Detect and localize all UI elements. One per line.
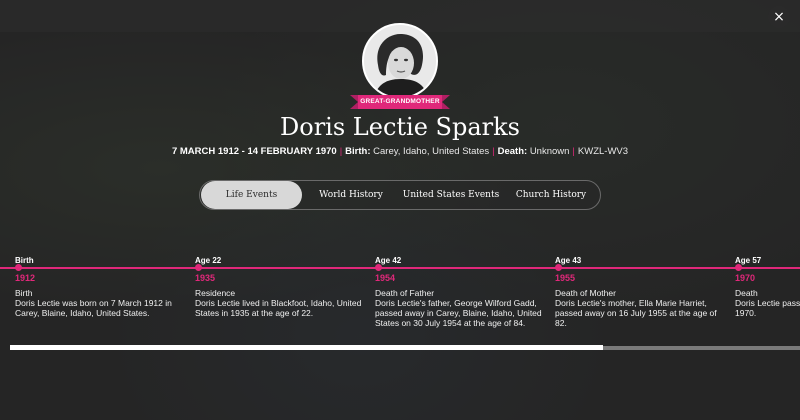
event-age: Age 42 bbox=[375, 256, 402, 265]
tab-united-states-events[interactable]: United States Events bbox=[400, 181, 502, 209]
timeline-dot bbox=[375, 264, 382, 271]
event-description: Doris Lectie's mother, Ella Marie Harrie… bbox=[555, 298, 717, 328]
timeline-dot bbox=[15, 264, 22, 271]
timeline-dot bbox=[735, 264, 742, 271]
timeline-event[interactable]: Age 42 1954 Death of Father Doris Lectie… bbox=[375, 256, 547, 328]
event-description: Doris Lectie's father, George Wilford Ga… bbox=[375, 298, 542, 328]
separator: | bbox=[492, 146, 495, 157]
event-description: Doris Lectie passed away in 1970. bbox=[735, 298, 800, 318]
avatar bbox=[362, 23, 438, 99]
death-label: Death: bbox=[497, 146, 528, 157]
event-type: Birth bbox=[15, 288, 33, 298]
event-type: Death bbox=[735, 288, 758, 298]
event-type: Death of Father bbox=[375, 288, 435, 298]
timeline-scrollbar-thumb[interactable] bbox=[10, 345, 603, 350]
person-summary: 7 MARCH 1912 - 14 FEBRUARY 1970 | Birth: C… bbox=[0, 146, 800, 157]
timeline-event[interactable]: Age 57 1970 Death Doris Lectie passed aw… bbox=[735, 256, 800, 318]
separator: | bbox=[572, 146, 575, 157]
tab-life-events[interactable]: Life Events bbox=[201, 181, 302, 209]
event-description: Doris Lectie was born on 7 March 1912 in… bbox=[15, 298, 172, 318]
event-year: 1970 bbox=[735, 273, 756, 283]
history-tabs: Life Events World History United States … bbox=[199, 180, 601, 210]
event-age: Age 57 bbox=[735, 256, 762, 265]
event-type: Residence bbox=[195, 288, 236, 298]
birth-place: Carey, Idaho, United States bbox=[373, 146, 490, 157]
timeline-dot bbox=[195, 264, 202, 271]
relationship-badge: GREAT-GRANDMOTHER bbox=[350, 95, 450, 109]
relationship-label: GREAT-GRANDMOTHER bbox=[360, 98, 440, 105]
event-year: 1954 bbox=[375, 273, 396, 283]
event-age: Age 22 bbox=[195, 256, 222, 265]
person-name: Doris Lectie Sparks bbox=[280, 113, 520, 141]
portrait-photo bbox=[364, 25, 436, 97]
event-year: 1935 bbox=[195, 273, 216, 283]
event-type: Death of Mother bbox=[555, 288, 616, 298]
life-dates: 7 MARCH 1912 - 14 FEBRUARY 1970 bbox=[171, 146, 337, 157]
event-year: 1912 bbox=[15, 273, 36, 283]
tab-church-history[interactable]: Church History bbox=[502, 181, 600, 209]
close-icon: × bbox=[773, 9, 785, 25]
separator: | bbox=[339, 146, 343, 157]
timeline-event[interactable]: Age 43 1955 Death of Mother Doris Lectie… bbox=[555, 256, 727, 328]
event-age: Age 43 bbox=[555, 256, 582, 265]
event-age: Birth bbox=[15, 256, 34, 265]
timeline-event[interactable]: Birth 1912 Birth Doris Lectie was born o… bbox=[15, 256, 187, 318]
event-description: Doris Lectie lived in Blackfoot, Idaho, … bbox=[195, 298, 362, 318]
close-button[interactable]: × bbox=[768, 6, 790, 28]
timeline-event[interactable]: Age 22 1935 Residence Doris Lectie lived… bbox=[195, 256, 367, 318]
timeline-dot bbox=[555, 264, 562, 271]
death-place: Unknown bbox=[529, 146, 570, 157]
tab-world-history[interactable]: World History bbox=[302, 181, 400, 209]
birth-label: Birth: bbox=[345, 146, 371, 157]
person-id: KWZL-WV3 bbox=[577, 146, 629, 157]
event-year: 1955 bbox=[555, 273, 576, 283]
